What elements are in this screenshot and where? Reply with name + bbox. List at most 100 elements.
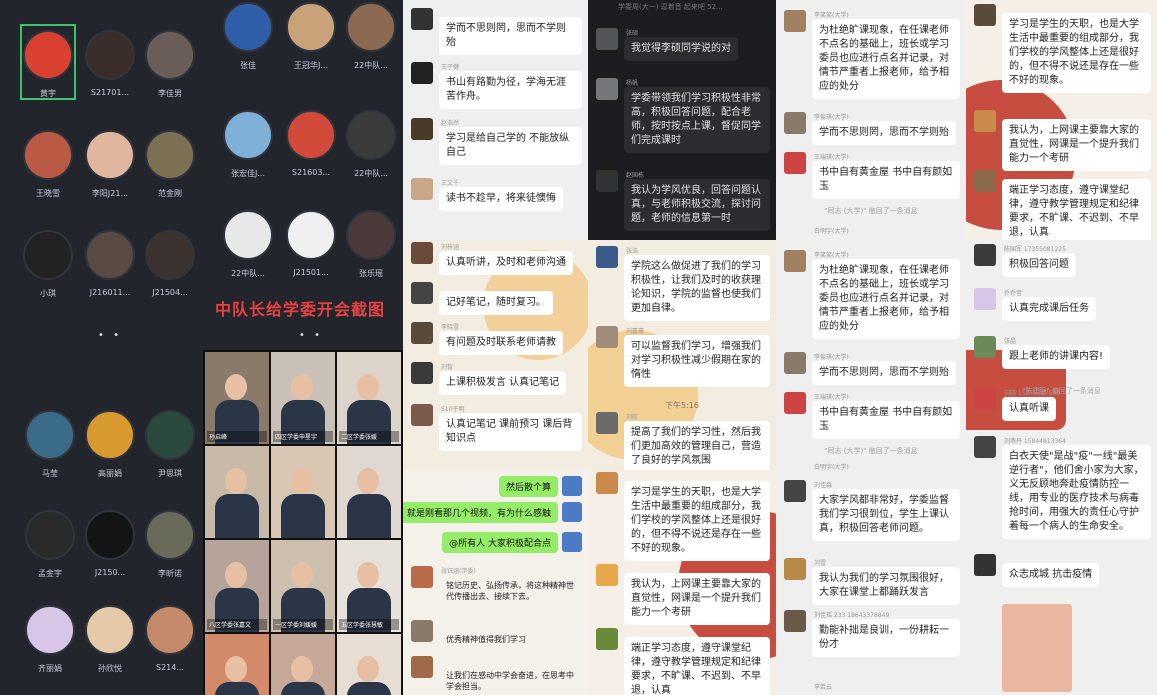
participant-tile[interactable]: 马莹	[20, 410, 80, 479]
sender-avatar[interactable]	[411, 62, 433, 84]
message-bubble[interactable]: 认真听讲，及时和老师沟通	[439, 251, 573, 275]
participant-tile[interactable]: S21603...	[281, 110, 341, 177]
sender-avatar[interactable]	[784, 152, 806, 174]
participant-tile[interactable]: J21501...	[281, 210, 341, 277]
own-avatar[interactable]	[562, 476, 582, 496]
sender-avatar[interactable]	[596, 28, 618, 50]
sender-avatar[interactable]	[596, 78, 618, 100]
sender-avatar[interactable]	[596, 472, 618, 494]
message-bubble[interactable]: 书中自有黄金屋 书中自有颜如玉	[812, 161, 960, 199]
video-tile[interactable]	[337, 634, 401, 695]
sender-avatar[interactable]	[596, 628, 618, 650]
message-bubble[interactable]: 学而不思则罔，思而不学则殆	[812, 121, 956, 145]
own-avatar[interactable]	[562, 532, 582, 552]
message-bubble[interactable]: 书山有路勤为径，学海无涯苦作舟。	[439, 71, 582, 109]
message-bubble[interactable]: 认真记笔记 课前预习 课后背知识点	[439, 413, 582, 451]
sender-avatar[interactable]	[411, 362, 433, 384]
sender-avatar[interactable]	[784, 392, 806, 414]
video-tile[interactable]: 孙启峰	[205, 352, 269, 444]
message-bubble[interactable]: 上课积极发言 认真记笔记	[439, 371, 567, 395]
sender-avatar[interactable]	[411, 656, 433, 678]
message-bubble[interactable]: 学院这么做促进了我们的学习积极性，让我们及时的收获理论知识，学院的监督也使我们更…	[624, 255, 770, 321]
message-bubble[interactable]: 学习是学生的天职，也是大学生活中最重要的组成部分，我们学校的学风整体上还是很好的…	[1002, 13, 1151, 93]
message-bubble[interactable]: 让我们在感动中学会奋进，在思考中学会担当。	[439, 665, 582, 695]
participant-tile[interactable]: 张乐瑶	[341, 210, 401, 279]
image-message[interactable]	[1002, 604, 1072, 692]
message-bubble[interactable]: 学而不思则罔，思而不学则殆	[439, 17, 582, 55]
video-tile[interactable]: 五区学委张慧敏	[337, 540, 401, 632]
message-bubble[interactable]: 积极回答问题	[1002, 253, 1076, 277]
video-tile[interactable]: 一区学委刘媛媛	[271, 540, 335, 632]
video-tile[interactable]	[205, 634, 269, 695]
message-bubble[interactable]: 学而不思则罔，思而不学则殆	[812, 361, 956, 385]
page-indicator[interactable]: • •	[98, 330, 122, 341]
sender-avatar[interactable]	[784, 558, 806, 580]
video-tile[interactable]	[271, 634, 335, 695]
sender-avatar[interactable]	[784, 610, 806, 632]
participant-tile[interactable]: J21504...	[140, 230, 200, 297]
message-bubble[interactable]: 学委带领我们学习积极性非常高，积极回答问题，配合老师，按时按点上课，督促同学们完…	[624, 87, 770, 153]
message-bubble[interactable]: 为杜绝旷课现象，在任课老师不点名的基础上，班长或学习委员也应进行点名并记录，对情…	[812, 259, 960, 339]
message-bubble[interactable]: 认真听课	[1002, 397, 1056, 421]
sender-avatar[interactable]	[411, 8, 433, 30]
participant-tile[interactable]: 张佳	[218, 2, 278, 71]
message-bubble[interactable]: 有问题及时联系老师请教	[439, 331, 563, 355]
video-tile[interactable]	[205, 446, 269, 538]
sender-avatar[interactable]	[974, 436, 996, 458]
own-message-bubble[interactable]: 然后散个算	[498, 476, 558, 497]
message-bubble[interactable]: 我觉得李硕同学说的对	[624, 37, 738, 61]
message-bubble[interactable]: 我认为，上网课主要靠大家的直觉性，网课是一个提升我们能力一个考研	[1002, 119, 1151, 171]
participant-tile[interactable]: 小琪	[18, 230, 78, 299]
own-message-bubble[interactable]: 就是刚看那几个视频，有为什么感触	[403, 502, 558, 523]
sender-avatar[interactable]	[411, 242, 433, 264]
message-bubble[interactable]: 我认为，上网课主要靠大家的直觉性，网课是一个提升我们能力一个考研	[624, 573, 770, 625]
participant-tile[interactable]: 齐丽娟	[20, 605, 80, 674]
sender-avatar[interactable]	[411, 566, 433, 588]
message-bubble[interactable]: 众志成城 抗击疫情	[1002, 563, 1100, 587]
sender-avatar[interactable]	[596, 412, 618, 434]
participant-tile[interactable]: 黄宇	[18, 30, 78, 99]
message-bubble[interactable]: 书中自有黄金屋 书中自有颜如玉	[812, 401, 960, 439]
sender-avatar[interactable]	[974, 554, 996, 576]
participant-tile[interactable]: 张宏佳J...	[218, 110, 278, 179]
message-bubble[interactable]: 可以监督我们学习，增强我们对学习积极性减少假期在家的惰性	[624, 335, 770, 387]
participant-tile[interactable]: 22中队...	[218, 210, 278, 279]
message-bubble[interactable]: 学习是给自己学的 不能放纵自己	[439, 127, 582, 165]
message-bubble[interactable]: 优秀精神值得我们学习	[439, 629, 533, 650]
participant-tile[interactable]: J2150...	[80, 510, 140, 577]
video-tile[interactable]	[271, 446, 335, 538]
participant-tile[interactable]: 王晓雪	[18, 130, 78, 199]
sender-avatar[interactable]	[411, 404, 433, 426]
sender-avatar[interactable]	[784, 250, 806, 272]
own-avatar[interactable]	[562, 502, 582, 522]
video-tile[interactable]: 二区学委张媛	[337, 352, 401, 444]
message-bubble[interactable]: 我认为学风优良，回答问题认真，与老师积极交流，探讨问题，老师的信息第一时	[624, 179, 770, 231]
sender-avatar[interactable]	[784, 112, 806, 134]
sender-avatar[interactable]	[411, 282, 433, 304]
participant-tile[interactable]: 李佳男	[140, 30, 200, 99]
message-bubble[interactable]: 端正学习态度，遵守课堂纪律，遵守教学管理规定和纪律要求，不旷课、不迟到、不早退，…	[1002, 179, 1151, 240]
message-bubble[interactable]: 认真完成课后任务	[1002, 297, 1096, 321]
participant-tile[interactable]: 孟金宇	[20, 510, 80, 579]
participant-tile[interactable]: 孙欣悦	[80, 605, 140, 674]
sender-avatar[interactable]	[974, 4, 996, 26]
participant-tile[interactable]: 高丽娟	[80, 410, 140, 479]
sender-avatar[interactable]	[784, 480, 806, 502]
message-bubble[interactable]: 读书不趁早，将来徒懊悔	[439, 187, 563, 211]
sender-avatar[interactable]	[411, 620, 433, 642]
page-indicator[interactable]: • •	[299, 330, 323, 341]
sender-avatar[interactable]	[411, 178, 433, 200]
participant-tile[interactable]: 尹思琪	[140, 410, 200, 479]
participant-tile[interactable]: S21701...	[80, 30, 140, 97]
participant-tile[interactable]: 范金刚	[140, 130, 200, 199]
sender-avatar[interactable]	[411, 118, 433, 140]
participant-tile[interactable]: 王冠华J...	[281, 2, 341, 71]
own-message-bubble[interactable]: @所有人 大家积极配合点	[442, 532, 558, 553]
sender-avatar[interactable]	[974, 110, 996, 132]
sender-avatar[interactable]	[974, 288, 996, 310]
sender-avatar[interactable]	[596, 564, 618, 586]
sender-avatar[interactable]	[596, 170, 618, 192]
message-bubble[interactable]: 跟上老师的讲课内容!	[1002, 345, 1111, 369]
message-bubble[interactable]: 我认为我们的学习氛围很好，大家在课堂上都踊跃发言	[812, 567, 960, 605]
video-tile[interactable]: 八区学委张嘉文	[205, 540, 269, 632]
